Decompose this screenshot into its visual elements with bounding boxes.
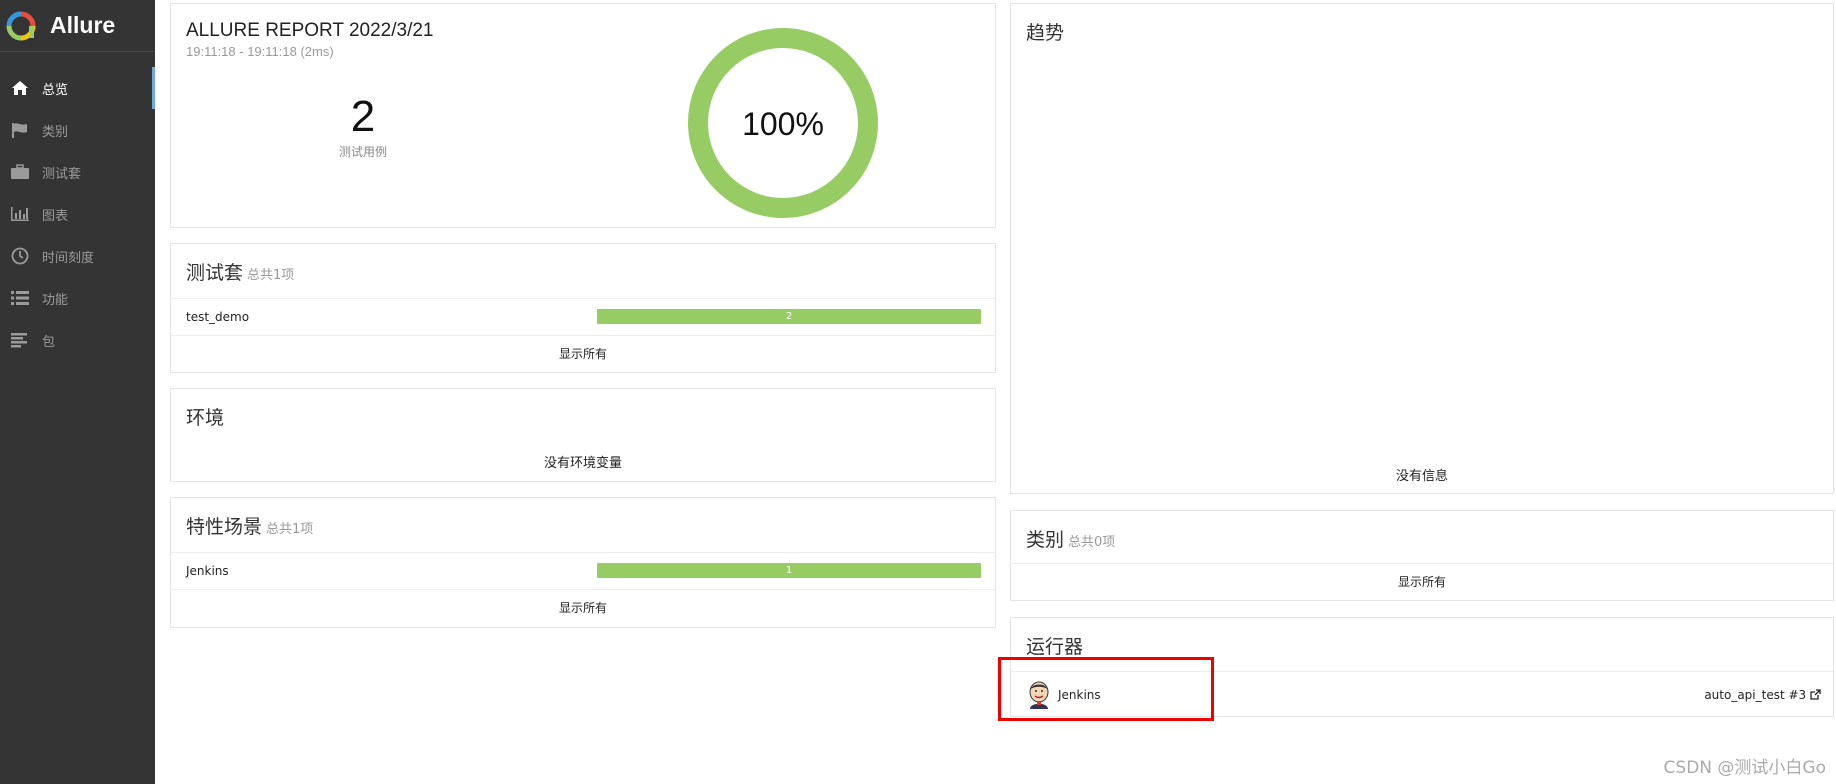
- brand-name: Allure: [50, 12, 116, 38]
- features-title: 特性场景 总共1项: [186, 516, 314, 538]
- sidebar-item-label: 时间刻度: [42, 250, 95, 266]
- trend-widget: 趋势 没有信息: [1010, 3, 1834, 494]
- pass-rate-text: 100%: [742, 106, 824, 142]
- watermark: CSDN @测试小白Go: [1663, 758, 1826, 778]
- environment-title: 环境: [186, 407, 225, 429]
- bar-chart-icon: [10, 205, 30, 223]
- sidebar-item-overview[interactable]: 总览: [0, 67, 155, 109]
- sidebar-nav: 总览 类别 测试套 图表 时间刻度 功能 包: [0, 67, 155, 361]
- features-count: 总共1项: [266, 522, 314, 537]
- trend-empty-text: 没有信息: [1395, 469, 1448, 484]
- environment-empty-text: 没有环境变量: [543, 456, 622, 471]
- briefcase-icon: [10, 163, 30, 181]
- report-time-range: 19:11:18 - 19:11:18 (2ms): [186, 44, 334, 59]
- sidebar-item-label: 总览: [42, 82, 69, 98]
- sidebar-item-timeline[interactable]: 时间刻度: [0, 235, 155, 277]
- features-widget: 特性场景 总共1项 Jenkins 1 显示所有: [170, 497, 996, 628]
- suite-name: test_demo: [186, 310, 250, 324]
- home-icon: [10, 79, 30, 97]
- categories-count: 总共0项: [1068, 535, 1116, 550]
- highlight-box: [998, 657, 1214, 721]
- suites-count: 总共1项: [247, 268, 295, 283]
- report-title: ALLURE REPORT 2022/3/21: [186, 20, 434, 41]
- sidebar-item-graphs[interactable]: 图表: [0, 193, 155, 235]
- list-icon: [10, 289, 30, 307]
- pass-rate-donut[interactable]: 100%: [685, 25, 881, 221]
- suites-show-all-link[interactable]: 显示所有: [171, 335, 995, 373]
- sidebar-item-label: 功能: [42, 292, 69, 308]
- sidebar-item-label: 测试套: [42, 166, 82, 182]
- sidebar-item-label: 包: [42, 334, 56, 350]
- test-case-count: 2: [350, 92, 376, 141]
- executors-title: 运行器: [1026, 636, 1084, 658]
- external-link-icon: [1810, 688, 1821, 700]
- categories-show-all-link[interactable]: 显示所有: [1011, 563, 1833, 601]
- sidebar-item-suites[interactable]: 测试套: [0, 151, 155, 193]
- feature-status-bar[interactable]: 1: [597, 563, 981, 578]
- sidebar-item-label: 类别: [42, 124, 69, 140]
- sidebar-item-behaviors[interactable]: 功能: [0, 277, 155, 319]
- allure-logo-icon: [6, 11, 36, 40]
- table-row[interactable]: test_demo 2: [171, 298, 995, 335]
- feature-name: Jenkins: [186, 564, 229, 578]
- table-row[interactable]: Jenkins 1: [171, 552, 995, 589]
- clock-icon: [10, 247, 30, 265]
- suites-title: 测试套 总共1项: [186, 262, 295, 284]
- sidebar-item-packages[interactable]: 包: [0, 319, 155, 361]
- flag-icon: [10, 121, 30, 139]
- categories-widget: 类别 总共0项 显示所有: [1010, 510, 1834, 601]
- features-show-all-link[interactable]: 显示所有: [171, 589, 995, 628]
- brand[interactable]: Allure: [0, 0, 155, 52]
- sidebar-item-label: 图表: [42, 208, 69, 224]
- suites-widget: 测试套 总共1项 test_demo 2 显示所有: [170, 243, 996, 373]
- executor-build-link[interactable]: auto_api_test #3: [1704, 688, 1821, 702]
- test-case-count-label: 测试用例: [338, 145, 387, 159]
- align-left-icon: [10, 331, 30, 349]
- trend-title: 趋势: [1026, 22, 1065, 44]
- sidebar: Allure 总览 类别 测试套 图表 时间刻度 功能 包: [0, 0, 155, 784]
- categories-title: 类别 总共0项: [1026, 529, 1116, 551]
- suite-status-bar[interactable]: 2: [597, 309, 981, 324]
- summary-widget: ALLURE REPORT 2022/3/21 19:11:18 - 19:11…: [170, 3, 996, 228]
- sidebar-item-categories[interactable]: 类别: [0, 109, 155, 151]
- environment-widget: 环境 没有环境变量: [170, 388, 996, 482]
